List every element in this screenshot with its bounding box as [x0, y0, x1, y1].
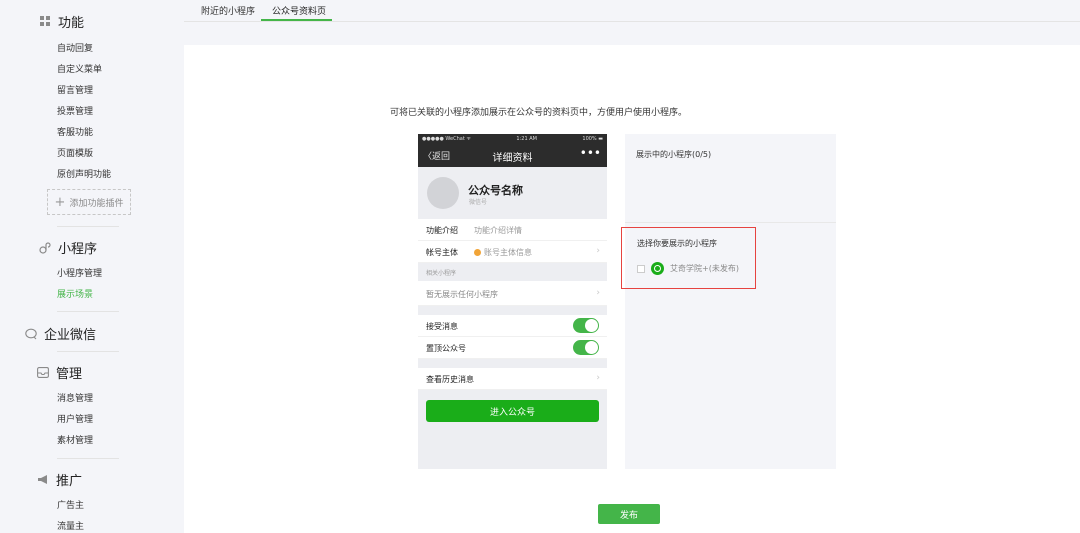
sidebar-item-auto-reply[interactable]: 自动回复 — [57, 41, 93, 54]
phone-status-bar: ●●●●● WeChat ᯤ 1:21 AM 100% ▬ — [418, 134, 607, 143]
status-time: 1:21 AM — [516, 135, 537, 142]
miniprogram-checkbox[interactable] — [637, 265, 645, 273]
miniprogram-logo-icon — [651, 262, 664, 275]
section-title: 推广 — [56, 474, 83, 489]
section-miniprogram[interactable]: 小程序 — [38, 238, 97, 257]
active-tab-indicator — [261, 19, 332, 21]
tab-account-profile[interactable]: 公众号资料页 — [272, 4, 326, 17]
status-carrier: ●●●●● WeChat ᯤ — [422, 135, 471, 142]
enter-account-button: 进入公众号 — [426, 400, 599, 422]
sidebar-item-users[interactable]: 用户管理 — [57, 412, 93, 425]
miniprogram-panel: 展示中的小程序(0/5) — [625, 134, 836, 469]
sidebar: 功能 自动回复 自定义菜单 留言管理 投票管理 客服功能 页面模版 原创声明功能… — [0, 0, 180, 533]
chevron-right-icon: › — [596, 373, 600, 383]
phone-preview: ●●●●● WeChat ᯤ 1:21 AM 100% ▬ 〈返回 详细资料 •… — [418, 134, 607, 469]
section-promotion[interactable]: 推广 — [36, 470, 82, 489]
row-label: 查看历史消息 — [426, 375, 474, 384]
verified-icon — [474, 249, 481, 256]
section-title: 企业微信 — [44, 328, 97, 343]
receive-messages-toggle — [573, 318, 599, 333]
section-title: 功能 — [58, 16, 85, 31]
related-miniprogram-header: 相关小程序 — [426, 270, 457, 277]
row-account-subject: 帐号主体 账号主体信息 › — [418, 241, 607, 263]
chevron-right-icon: › — [596, 288, 600, 298]
row-label: 接受消息 — [426, 322, 458, 331]
page-description: 可将已关联的小程序添加展示在公众号的资料页中，方便用户使用小程序。 — [390, 108, 688, 118]
phone-title: 详细资料 — [492, 153, 533, 164]
megaphone-icon — [36, 473, 50, 487]
wechat-id: 微信号 — [469, 199, 488, 206]
pin-account-toggle — [573, 340, 599, 355]
sidebar-item-display-scene[interactable]: 展示场景 — [57, 287, 93, 300]
avatar — [427, 177, 459, 209]
row-no-miniprogram: 暂无展示任何小程序 › — [418, 281, 607, 306]
inbox-icon — [36, 366, 50, 380]
row-value: 功能介绍详情 — [474, 226, 522, 235]
section-title: 小程序 — [58, 242, 98, 257]
add-plugin-label: 添加功能插件 — [69, 198, 124, 209]
account-profile: 公众号名称 微信号 — [418, 167, 607, 219]
sidebar-divider — [57, 226, 119, 227]
sidebar-item-miniprogram-manage[interactable]: 小程序管理 — [57, 266, 102, 279]
miniprogram-name: 艾奇学院+(未发布) — [670, 264, 739, 273]
plus-icon: + — [54, 194, 66, 210]
sidebar-item-page-templates[interactable]: 页面模版 — [57, 146, 93, 159]
row-history: 查看历史消息 › — [418, 368, 607, 390]
section-manage[interactable]: 管理 — [36, 363, 82, 382]
section-title: 管理 — [56, 367, 83, 382]
row-label: 功能介绍 — [426, 226, 458, 235]
more-icon: ••• — [579, 146, 601, 160]
sidebar-item-publisher[interactable]: 流量主 — [57, 519, 84, 532]
sidebar-item-custom-menu[interactable]: 自定义菜单 — [57, 62, 102, 75]
chat-icon — [24, 327, 38, 341]
sidebar-item-comments[interactable]: 留言管理 — [57, 83, 93, 96]
tab-nearby-miniprogram[interactable]: 附近的小程序 — [201, 4, 255, 17]
sidebar-item-votes[interactable]: 投票管理 — [57, 104, 93, 117]
sidebar-divider — [57, 311, 119, 312]
select-miniprogram-box: 选择你要展示的小程序 艾奇学院+(未发布) — [621, 227, 756, 289]
sidebar-item-advertiser[interactable]: 广告主 — [57, 498, 84, 511]
sidebar-item-originality[interactable]: 原创声明功能 — [57, 167, 111, 180]
row-value-wrap: 账号主体信息 — [474, 247, 532, 258]
select-title: 选择你要展示的小程序 — [637, 239, 717, 248]
section-functions[interactable]: 功能 — [38, 12, 84, 31]
link-icon — [38, 241, 52, 255]
status-battery: 100% ▬ — [582, 135, 603, 142]
row-pin-account: 置顶公众号 — [418, 337, 607, 359]
sidebar-item-customer-service[interactable]: 客服功能 — [57, 125, 93, 138]
section-enterprise-wechat[interactable]: 企业微信 — [24, 324, 96, 343]
grid-icon — [38, 15, 52, 29]
chevron-right-icon: › — [596, 246, 600, 256]
row-receive-messages: 接受消息 — [418, 315, 607, 337]
add-plugin-button[interactable]: + 添加功能插件 — [47, 189, 131, 215]
account-name: 公众号名称 — [468, 184, 523, 197]
row-label: 帐号主体 — [426, 248, 458, 257]
publish-button[interactable]: 发布 — [598, 504, 660, 524]
sidebar-divider — [57, 351, 119, 352]
row-label: 置顶公众号 — [426, 344, 466, 353]
row-function-intro: 功能介绍 功能介绍详情 — [418, 219, 607, 241]
showing-title: 展示中的小程序(0/5) — [636, 150, 712, 159]
panel-divider — [625, 222, 836, 223]
sidebar-item-messages[interactable]: 消息管理 — [57, 391, 93, 404]
sidebar-divider — [57, 458, 119, 459]
sidebar-item-materials[interactable]: 素材管理 — [57, 433, 93, 446]
row-label: 暂无展示任何小程序 — [426, 290, 498, 299]
row-value: 账号主体信息 — [484, 248, 532, 257]
phone-nav-bar: 〈返回 详细资料 ••• — [418, 143, 607, 167]
